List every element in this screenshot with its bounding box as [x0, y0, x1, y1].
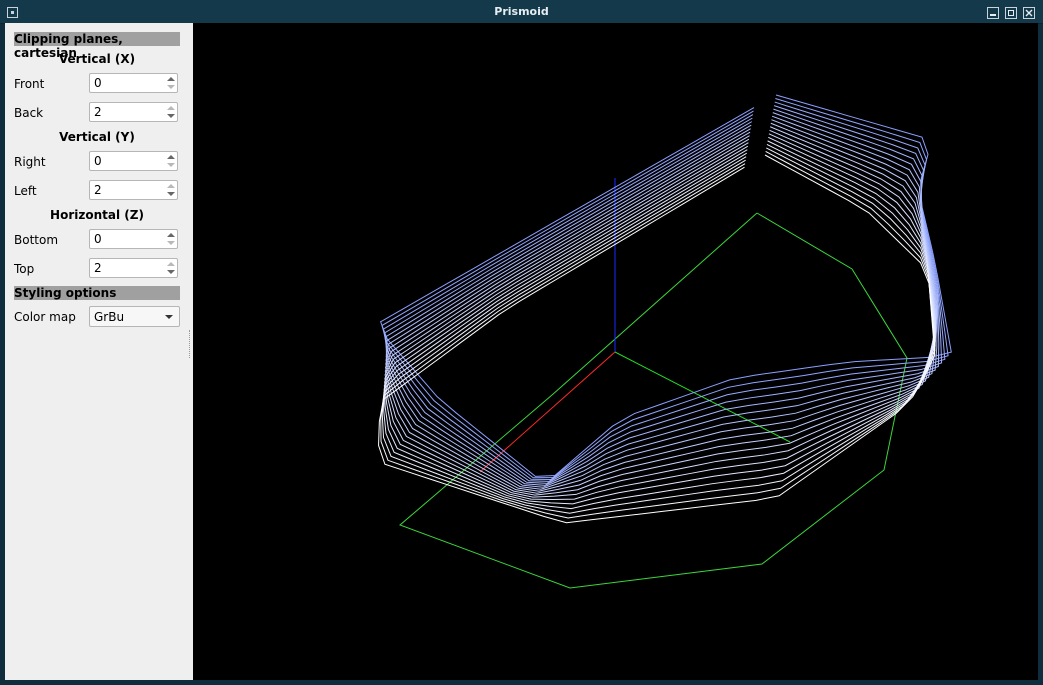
prismoid-render: [378, 94, 952, 589]
back-spinbox[interactable]: 2: [89, 102, 178, 122]
vertical-x-heading: Vertical (X): [58, 52, 136, 66]
front-value: 0: [94, 76, 102, 90]
top-spinbox[interactable]: 2: [89, 258, 178, 278]
bottom-spinbox[interactable]: 0: [89, 229, 178, 249]
prismoid-slice: [385, 119, 938, 490]
spin-down-icon[interactable]: [167, 114, 175, 118]
prismoid-slice: [380, 151, 936, 519]
axis-x: [479, 351, 616, 473]
spin-down-icon[interactable]: [167, 192, 175, 196]
spin-up-icon[interactable]: [167, 184, 175, 188]
bottom-value: 0: [94, 232, 102, 246]
spin-down-icon[interactable]: [167, 241, 175, 245]
spin-up-icon[interactable]: [167, 106, 175, 110]
minimize-icon[interactable]: [987, 7, 999, 19]
window-title: Prismoid: [494, 5, 549, 18]
prismoid-slice: [385, 112, 938, 486]
colormap-value: GrBu: [94, 310, 125, 324]
styling-section-header: Styling options: [14, 286, 180, 300]
spin-down-icon[interactable]: [167, 270, 175, 274]
top-label: Top: [14, 262, 35, 276]
prismoid-slice: [383, 105, 943, 482]
top-value: 2: [94, 261, 102, 275]
left-spinbox[interactable]: 2: [89, 180, 178, 200]
clipping-section-header: Clipping planes, cartesian: [14, 32, 180, 60]
3d-viewport[interactable]: [193, 23, 1038, 680]
horizontal-z-heading: Horizontal (Z): [50, 208, 144, 222]
maximize-icon[interactable]: [1005, 7, 1017, 19]
bottom-label: Bottom: [14, 233, 59, 247]
prismoid-slice: [385, 108, 940, 484]
spin-up-icon[interactable]: [167, 155, 175, 159]
spin-up-icon[interactable]: [167, 262, 175, 266]
right-value: 0: [94, 154, 102, 168]
control-panel: Clipping planes, cartesian Vertical (X) …: [5, 23, 193, 680]
window-bottom-border: [0, 680, 1043, 685]
back-value: 2: [94, 105, 102, 119]
right-spinbox[interactable]: 0: [89, 151, 178, 171]
back-label: Back: [14, 106, 44, 120]
panel-splitter[interactable]: [189, 330, 192, 358]
spin-up-icon[interactable]: [167, 233, 175, 237]
prismoid-slice: [384, 122, 937, 492]
colormap-select[interactable]: GrBu: [89, 306, 180, 327]
right-label: Right: [14, 155, 46, 169]
prismoid-slice: [383, 140, 936, 505]
left-value: 2: [94, 183, 102, 197]
left-label: Left: [14, 184, 37, 198]
front-label: Front: [14, 77, 45, 91]
title-bar: Prismoid: [0, 0, 1043, 24]
front-spinbox[interactable]: 0: [89, 73, 178, 93]
close-icon[interactable]: [1023, 7, 1035, 19]
spin-down-icon[interactable]: [167, 85, 175, 89]
ground-outline: [399, 212, 908, 589]
spin-down-icon[interactable]: [167, 163, 175, 167]
colormap-label: Color map: [14, 310, 76, 324]
vertical-y-heading: Vertical (Y): [59, 130, 135, 144]
chevron-down-icon: [165, 315, 173, 319]
spin-up-icon[interactable]: [167, 77, 175, 81]
